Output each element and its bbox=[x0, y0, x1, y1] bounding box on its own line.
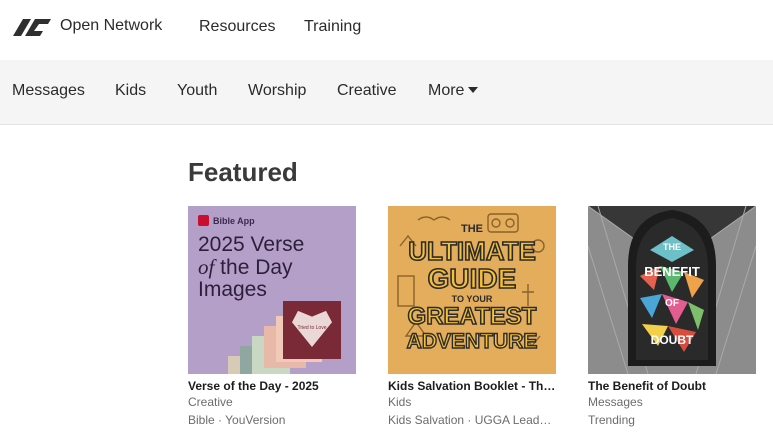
card-meta: Trending bbox=[588, 413, 635, 427]
category-creative[interactable]: Creative bbox=[337, 82, 397, 100]
brand[interactable]: Open Network bbox=[11, 16, 162, 38]
svg-text:ADVENTURE: ADVENTURE bbox=[407, 330, 538, 353]
card-meta: Bible · YouVersion bbox=[188, 413, 286, 427]
category-messages[interactable]: Messages bbox=[12, 82, 85, 100]
open-network-logo-icon bbox=[13, 19, 51, 36]
svg-text:GUIDE: GUIDE bbox=[428, 263, 517, 294]
category-worship[interactable]: Worship bbox=[248, 82, 306, 100]
bible-app-icon bbox=[198, 215, 209, 226]
brand-name: Open Network bbox=[60, 17, 163, 34]
svg-text:DOUBT: DOUBT bbox=[651, 333, 694, 347]
nav-training[interactable]: Training bbox=[304, 18, 361, 36]
category-more[interactable]: More bbox=[428, 82, 479, 100]
card-category[interactable]: Messages bbox=[588, 394, 756, 411]
card-title[interactable]: Verse of the Day - 2025 bbox=[188, 378, 356, 394]
stained-glass-artwork: THE BENEFIT OF DOUBT bbox=[588, 206, 756, 374]
featured-card-kids-salvation-booklet[interactable]: THE ULTIMATE GUIDE TO YOUR GREATEST ADVE… bbox=[388, 206, 556, 429]
card-category[interactable]: Creative bbox=[188, 394, 356, 411]
card-thumbnail[interactable]: THE ULTIMATE GUIDE TO YOUR GREATEST ADVE… bbox=[388, 206, 556, 374]
thumbnail-headline: 2025 Verse of the Day Images bbox=[198, 233, 305, 301]
featured-heading: Featured bbox=[188, 157, 298, 187]
category-more-label: More bbox=[428, 82, 465, 99]
card-meta: Kids Salvation · UGGA Leader Guide bbox=[388, 413, 556, 427]
card-title[interactable]: Kids Salvation Booklet - The Ultimate Gu… bbox=[388, 378, 556, 394]
svg-text:THE: THE bbox=[663, 242, 681, 252]
svg-text:GREATEST: GREATEST bbox=[408, 303, 537, 330]
svg-text:ULTIMATE: ULTIMATE bbox=[408, 236, 536, 266]
caret-down-icon bbox=[468, 87, 479, 93]
svg-text:THE: THE bbox=[461, 223, 483, 235]
category-bar: Messages Kids Youth Worship Creative Mor… bbox=[0, 60, 773, 125]
svg-text:OF: OF bbox=[665, 298, 679, 309]
top-bar: Open Network Resources Training bbox=[0, 0, 773, 60]
category-kids[interactable]: Kids bbox=[115, 82, 146, 100]
ultimate-guide-artwork: THE ULTIMATE GUIDE TO YOUR GREATEST ADVE… bbox=[397, 213, 545, 354]
card-title[interactable]: The Benefit of Doubt bbox=[588, 378, 756, 394]
featured-card-benefit-of-doubt[interactable]: THE BENEFIT OF DOUBT The Benefit of Doub… bbox=[588, 206, 756, 429]
svg-text:BENEFIT: BENEFIT bbox=[644, 264, 700, 279]
nav-resources[interactable]: Resources bbox=[199, 18, 275, 36]
card-thumbnail[interactable]: THE BENEFIT OF DOUBT bbox=[588, 206, 756, 374]
featured-card-verse-of-the-day[interactable]: Bible App 2025 Verse of the Day Images T… bbox=[188, 206, 356, 429]
heart-card: Tried to Love bbox=[283, 301, 341, 359]
card-category[interactable]: Kids bbox=[388, 394, 556, 411]
card-thumbnail[interactable]: Bible App 2025 Verse of the Day Images T… bbox=[188, 206, 356, 374]
bible-app-badge: Bible App bbox=[198, 215, 255, 226]
category-youth[interactable]: Youth bbox=[177, 82, 217, 100]
